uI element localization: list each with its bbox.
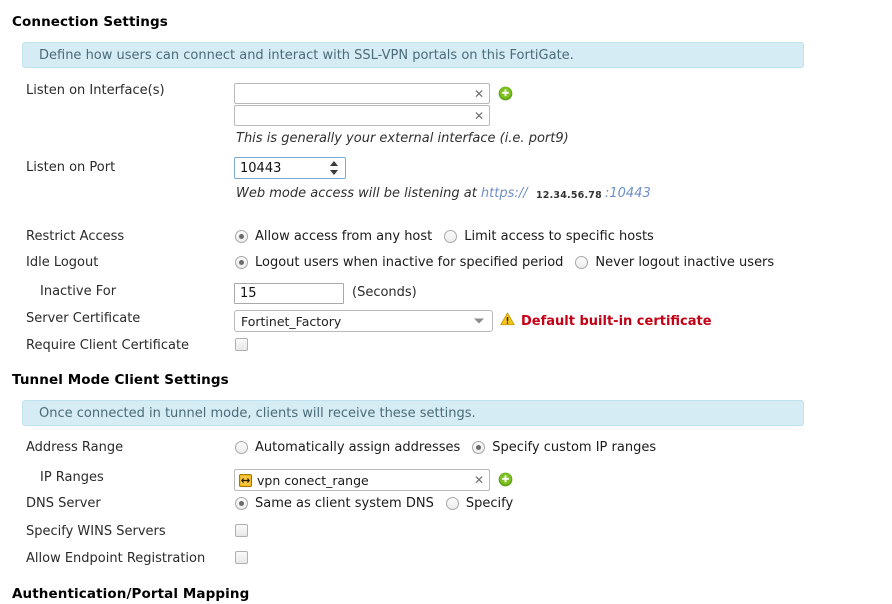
restrict-access-options: Allow access from any host Limit access … xyxy=(235,229,654,244)
radio-automatically-assign-addresses[interactable] xyxy=(235,441,248,454)
idle-logout-options: Logout users when inactive for specified… xyxy=(235,255,774,270)
tunnel-mode-banner: Once connected in tunnel mode, clients w… xyxy=(22,400,804,426)
radio-limit-specific-hosts-label: Limit access to specific hosts xyxy=(464,229,654,244)
radio-specify-dns-label: Specify xyxy=(466,496,513,511)
dns-server-options: Same as client system DNS Specify xyxy=(235,496,513,511)
section-title-authentication-portal-mapping: Authentication/Portal Mapping xyxy=(12,586,249,602)
inactive-for-value: 15 xyxy=(240,286,257,301)
require-client-certificate-label: Require Client Certificate xyxy=(26,338,189,353)
listen-on-port-value: 10443 xyxy=(240,161,281,176)
idle-logout-label: Idle Logout xyxy=(26,255,98,270)
ip-ranges-input[interactable]: vpn conect_range ✕ xyxy=(234,469,490,491)
dns-server-label: DNS Server xyxy=(26,496,101,511)
listen-on-interface-input-2[interactable]: ✕ xyxy=(234,105,490,126)
server-certificate-dropdown[interactable]: Fortinet_Factory xyxy=(234,310,493,332)
spinner-icon[interactable] xyxy=(329,161,338,175)
listen-on-interface-label: Listen on Interface(s) xyxy=(26,83,165,98)
ip-ranges-label: IP Ranges xyxy=(40,470,104,485)
require-client-certificate-checkbox[interactable] xyxy=(235,338,248,351)
radio-allow-any-host[interactable] xyxy=(235,230,248,243)
clear-icon[interactable]: ✕ xyxy=(474,110,484,122)
radio-automatically-assign-addresses-label: Automatically assign addresses xyxy=(255,440,460,455)
specify-wins-servers-label: Specify WINS Servers xyxy=(26,524,166,539)
allow-endpoint-registration-label: Allow Endpoint Registration xyxy=(26,551,205,566)
ip-ranges-value: vpn conect_range xyxy=(257,473,369,488)
address-range-options: Automatically assign addresses Specify c… xyxy=(235,440,656,455)
plus-circle-icon[interactable] xyxy=(498,86,513,101)
inactive-for-unit: (Seconds) xyxy=(352,285,417,300)
inactive-for-label: Inactive For xyxy=(40,284,116,299)
chevron-down-icon[interactable] xyxy=(474,319,484,324)
section-title-tunnel-mode-client-settings: Tunnel Mode Client Settings xyxy=(12,372,229,388)
radio-logout-when-inactive-label: Logout users when inactive for specified… xyxy=(255,255,563,270)
server-certificate-value: Fortinet_Factory xyxy=(241,314,341,329)
restrict-access-label: Restrict Access xyxy=(26,229,124,244)
ip-range-icon xyxy=(239,474,252,487)
inactive-for-input[interactable]: 15 xyxy=(234,283,344,304)
section-title-connection-settings: Connection Settings xyxy=(12,14,168,30)
plus-circle-icon[interactable] xyxy=(498,472,513,487)
tunnel-mode-banner-text: Once connected in tunnel mode, clients w… xyxy=(23,406,476,421)
address-range-label: Address Range xyxy=(26,440,123,455)
connection-settings-banner: Define how users can connect and interac… xyxy=(22,42,804,68)
listen-on-port-label: Listen on Port xyxy=(26,160,115,175)
radio-never-logout[interactable] xyxy=(575,256,588,269)
radio-allow-any-host-label: Allow access from any host xyxy=(255,229,432,244)
radio-same-as-client-system-dns[interactable] xyxy=(235,497,248,510)
connection-settings-banner-text: Define how users can connect and interac… xyxy=(23,48,574,63)
radio-never-logout-label: Never logout inactive users xyxy=(595,255,774,270)
clear-icon[interactable]: ✕ xyxy=(474,474,484,486)
listen-on-port-hint-port: :10443 xyxy=(605,186,651,201)
warning-triangle-icon xyxy=(500,312,515,330)
radio-specify-custom-ip-ranges-label: Specify custom IP ranges xyxy=(492,440,656,455)
listen-on-port-hint-link: https:// xyxy=(481,186,528,201)
allow-endpoint-registration-checkbox[interactable] xyxy=(235,551,248,564)
listen-on-port-hint: Web mode access will be listening at htt… xyxy=(236,186,528,201)
server-certificate-warning-text: Default built-in certificate xyxy=(521,314,712,329)
listen-on-port-input[interactable]: 10443 xyxy=(234,157,346,179)
listen-on-interface-hint: This is generally your external interfac… xyxy=(236,131,569,146)
server-certificate-warning: Default built-in certificate xyxy=(500,312,712,330)
listen-on-interface-input-1[interactable]: ✕ xyxy=(234,83,490,104)
radio-specify-dns[interactable] xyxy=(446,497,459,510)
radio-same-as-client-system-dns-label: Same as client system DNS xyxy=(255,496,434,511)
radio-logout-when-inactive[interactable] xyxy=(235,256,248,269)
ssl-vpn-settings-page: Connection Settings Define how users can… xyxy=(0,0,892,604)
clear-icon[interactable]: ✕ xyxy=(474,88,484,100)
specify-wins-servers-checkbox[interactable] xyxy=(235,524,248,537)
listen-on-port-hint-host: 12.34.56.78 xyxy=(536,190,602,201)
server-certificate-label: Server Certificate xyxy=(26,311,140,326)
radio-specify-custom-ip-ranges[interactable] xyxy=(472,441,485,454)
listen-on-port-hint-prefix: Web mode access will be listening at xyxy=(236,186,481,201)
radio-limit-specific-hosts[interactable] xyxy=(444,230,457,243)
